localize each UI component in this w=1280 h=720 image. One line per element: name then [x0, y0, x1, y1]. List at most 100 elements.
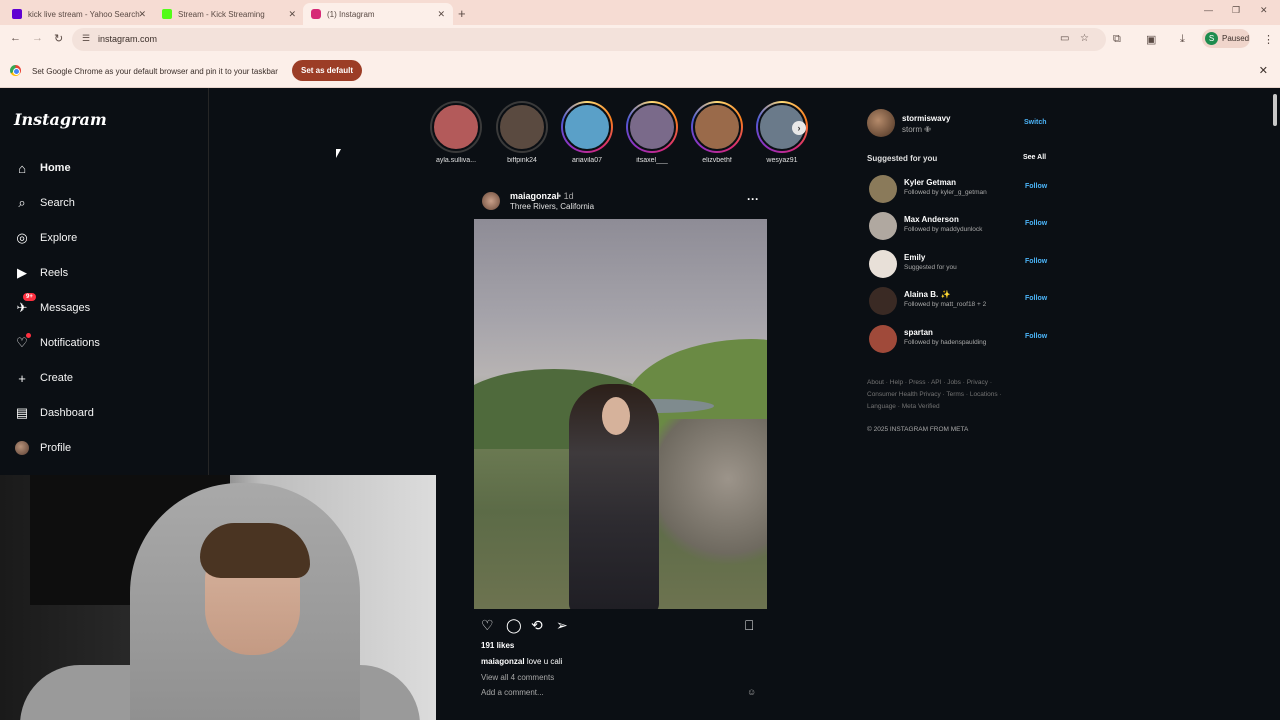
home-icon: ⌂: [18, 160, 26, 176]
footer-links-line[interactable]: Language · Meta Verified: [867, 401, 1067, 413]
suggestion-subtext: Followed by matt_roof18 + 2: [904, 301, 987, 308]
suggestion-avatar[interactable]: [869, 287, 897, 315]
suggestion-name[interactable]: Max Anderson: [904, 215, 959, 224]
story-ring: [430, 101, 482, 153]
save-bookmark-icon[interactable]: ⎕: [745, 617, 753, 634]
sidebar-item-label: Dashboard: [40, 407, 94, 419]
comment-icon[interactable]: ◯: [506, 617, 522, 634]
post-author-avatar[interactable]: [482, 192, 500, 210]
sidebar-item-create[interactable]: + Create: [14, 367, 73, 389]
webcam-overlay: [0, 475, 436, 720]
sidebar-item-reels[interactable]: ▶ Reels: [14, 262, 68, 284]
suggestion-avatar[interactable]: [869, 175, 897, 203]
suggestions-title: Suggested for you: [867, 154, 938, 163]
suggestion-avatar[interactable]: [869, 325, 897, 353]
forward-arrow-icon[interactable]: →: [32, 32, 43, 44]
sidebar-item-home[interactable]: ⌂ Home: [14, 157, 71, 179]
story-item[interactable]: itsaxel___: [624, 101, 680, 164]
story-username: ariavila07: [572, 157, 602, 164]
suggestion-subtext: Suggested for you: [904, 264, 957, 271]
scrollbar-thumb[interactable]: [1273, 94, 1277, 126]
story-item[interactable]: biffpink24: [494, 101, 550, 164]
suggestion-avatar[interactable]: [869, 250, 897, 278]
sidebar-item-messages[interactable]: ✈ 9+ Messages: [14, 293, 90, 319]
close-infobar-icon[interactable]: ✕: [1259, 64, 1268, 77]
new-tab-plus-icon[interactable]: +: [458, 6, 466, 21]
story-item[interactable]: ariavila07: [559, 101, 615, 164]
post-caption: maiagonzal love u cali: [481, 657, 562, 666]
view-all-comments-link[interactable]: View all 4 comments: [481, 673, 554, 682]
more-options-icon[interactable]: ···: [747, 192, 759, 206]
story-username: wesyaz91: [766, 157, 798, 164]
tab-yahoo-search[interactable]: kick live stream - Yahoo Search ✕: [4, 3, 154, 25]
post-username[interactable]: maiagonzal: [510, 191, 559, 201]
add-comment-input[interactable]: Add a comment...: [481, 688, 544, 697]
image-rocks: [644, 419, 767, 569]
minimize-icon[interactable]: —: [1204, 5, 1213, 15]
current-username[interactable]: stormiswavy: [902, 114, 950, 123]
close-tab-icon[interactable]: ✕: [288, 9, 296, 20]
sidebar-item-notifications[interactable]: ♡ Notifications: [14, 332, 100, 354]
share-icon[interactable]: ➢: [556, 617, 568, 634]
emoji-icon[interactable]: ☺: [747, 687, 756, 697]
footer-links-line[interactable]: About · Help · Press · API · Jobs · Priv…: [867, 377, 1067, 389]
profile-button[interactable]: S Paused: [1202, 29, 1250, 48]
image-person-face: [602, 397, 630, 435]
post-location[interactable]: Three Rivers, California: [510, 202, 594, 211]
sidebar-item-explore[interactable]: ◎ Explore: [14, 227, 77, 249]
suggestion-name[interactable]: Kyler Getman: [904, 178, 956, 187]
back-arrow-icon[interactable]: ←: [10, 32, 21, 44]
follow-button[interactable]: Follow: [1025, 258, 1047, 265]
suggestion-name[interactable]: spartan: [904, 328, 933, 337]
chrome-menu-icon[interactable]: ⋮: [1263, 33, 1274, 46]
repost-icon[interactable]: ⟲: [531, 617, 543, 634]
post-timestamp: • 1d: [558, 191, 574, 201]
bookmark-star-icon[interactable]: ☆: [1080, 33, 1089, 44]
post-image[interactable]: [474, 219, 767, 609]
set-as-default-button[interactable]: Set as default: [292, 60, 362, 81]
close-tab-icon[interactable]: ✕: [437, 9, 445, 20]
see-all-link[interactable]: See All: [1023, 154, 1046, 161]
caption-username[interactable]: maiagonzal: [481, 657, 525, 666]
download-icon[interactable]: ⤓: [1180, 33, 1185, 46]
reels-icon: ▶: [17, 265, 27, 280]
story-item[interactable]: elizvbethf: [689, 101, 745, 164]
tab-label: (1) Instagram: [327, 9, 375, 19]
sidebar-item-search[interactable]: ⌕ Search: [14, 192, 75, 214]
sidebar-item-profile[interactable]: Profile: [14, 437, 71, 459]
tab-instagram[interactable]: (1) Instagram ✕: [303, 3, 453, 25]
reload-icon[interactable]: ↻: [54, 32, 63, 45]
current-user-avatar[interactable]: [867, 109, 895, 137]
sidebar-item-label: Notifications: [40, 337, 100, 349]
suggestion-avatar[interactable]: [869, 212, 897, 240]
kick-favicon-icon: [162, 9, 172, 19]
story-item[interactable]: ayla.sulliva...: [428, 101, 484, 164]
install-app-icon[interactable]: ▭: [1060, 33, 1069, 44]
maximize-icon[interactable]: ❐: [1232, 5, 1240, 16]
address-bar[interactable]: ☰ instagram.com ▭ ☆: [72, 28, 1106, 51]
extensions-icon[interactable]: ⧉: [1113, 33, 1121, 46]
suggestion-name[interactable]: Alaina B. ✨: [904, 290, 950, 299]
follow-button[interactable]: Follow: [1025, 333, 1047, 340]
suggestion-item: Max Anderson Followed by maddydunlock Fo…: [867, 212, 1047, 242]
footer-links-line[interactable]: Consumer Health Privacy · Terms · Locati…: [867, 389, 1067, 401]
profile-status: Paused: [1222, 34, 1250, 43]
sidebar-item-dashboard[interactable]: ▤ Dashboard: [14, 402, 94, 424]
tab-kick-streaming[interactable]: Stream - Kick Streaming ✕: [154, 3, 304, 25]
page-scrollbar[interactable]: [1270, 88, 1280, 720]
follow-button[interactable]: Follow: [1025, 220, 1047, 227]
instagram-logo[interactable]: Instagram: [14, 110, 107, 129]
like-heart-icon[interactable]: ♡: [481, 617, 494, 634]
messenger-icon: ✈ 9+: [14, 293, 36, 316]
follow-button[interactable]: Follow: [1025, 295, 1047, 302]
side-panel-icon[interactable]: ▣: [1146, 33, 1156, 46]
site-info-icon[interactable]: ☰: [82, 33, 90, 44]
follow-button[interactable]: Follow: [1025, 183, 1047, 190]
stories-next-chevron-icon[interactable]: ›: [792, 121, 806, 135]
post-likes[interactable]: 191 likes: [481, 641, 514, 650]
close-tab-icon[interactable]: ✕: [138, 9, 146, 20]
switch-account-link[interactable]: Switch: [1024, 119, 1047, 126]
suggestion-name[interactable]: Emily: [904, 253, 925, 262]
suggestion-subtext: Followed by maddydunlock: [904, 226, 983, 233]
close-window-icon[interactable]: ✕: [1260, 5, 1268, 16]
